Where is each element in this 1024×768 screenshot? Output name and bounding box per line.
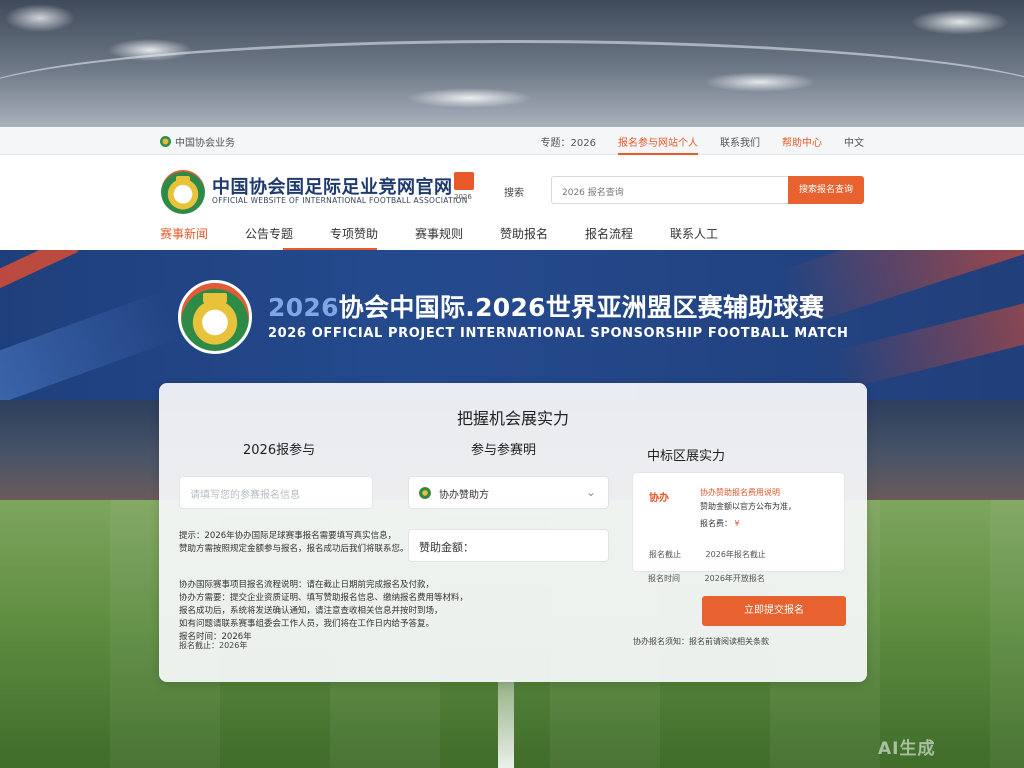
card-line: 赞助金额以官方公布为准， (700, 502, 796, 511)
top-link-language[interactable]: 中文 (844, 134, 864, 155)
nav-item-news[interactable]: 赛事新闻 (160, 225, 245, 242)
time-value: 2026年开放报名 (704, 574, 765, 583)
notice-text: 提示：2026年协办国际足球赛事报名需要填写真实信息， 赞助方需按照规定金额参与… (179, 530, 599, 556)
association-emblem-icon[interactable] (161, 170, 205, 214)
stadium-roof (0, 40, 1024, 100)
top-link-register[interactable]: 报名参与网站个人 (618, 134, 698, 155)
card-tag: 协办 (649, 493, 669, 504)
hero-title: 2026协会中国际.2026世界亚洲盟区赛辅助球赛 (268, 288, 824, 324)
process-description: 协办国际赛事项目报名流程说明：请在截止日期前完成报名及付款， 协办方需要：提交企… (179, 579, 599, 644)
nav-item-process[interactable]: 报名流程 (585, 225, 670, 242)
top-utility-bar: 中国协会业务 专题：2026 报名参与网站个人 联系我们 帮助中心 中文 (0, 127, 1024, 155)
ai-watermark: AI生成 (878, 739, 936, 759)
top-link-topic[interactable]: 专题：2026 (541, 134, 596, 155)
nav-item-announcements[interactable]: 公告专题 (245, 225, 330, 242)
pitch-center-line (498, 680, 514, 768)
emblem-icon (419, 487, 431, 499)
panel-title: 把握机会展实力 (456, 409, 569, 428)
chevron-down-icon: ⌄ (585, 485, 596, 499)
column-heading-showcase: 中标区展实力 (647, 449, 726, 464)
registration-time: 报名时间 2026年开放报名 (648, 573, 765, 584)
banner-stripe (0, 290, 182, 400)
registration-panel: 把握机会展实力 2026报参与 参与参赛明 中标区展实力 请填写您的参赛报名信息… (159, 383, 867, 682)
hero-subtitle: 2026 OFFICIAL PROJECT INTERNATIONAL SPON… (268, 326, 849, 341)
card-fee: 报名费： ¥ (700, 518, 740, 529)
hero-title-text: 协会中国际.2026世界亚洲盟区赛辅助球赛 (338, 293, 825, 322)
hero-emblem-icon (178, 280, 252, 354)
top-link-contact[interactable]: 联系我们 (720, 134, 760, 155)
site-logo-icon (160, 136, 171, 147)
nav-item-rules[interactable]: 赛事规则 (415, 225, 500, 242)
name-input[interactable]: 请填写您的参赛报名信息 (179, 476, 373, 509)
site-header: 中国协会国足际足业竞网官网 OFFICIAL WEBSITE OF INTERN… (0, 155, 1024, 250)
nav-item-sponsorship[interactable]: 专项赞助 (330, 225, 415, 242)
registration-note: 协办报名须知：报名前请阅读相关条款 (633, 637, 769, 646)
site-badge[interactable]: 中国协会业务 (160, 134, 235, 149)
stadium-background (0, 0, 1024, 128)
description-line: 报名成功后，系统将发送确认通知，请注意查收相关信息并按时到场， (179, 606, 443, 616)
hero-banner: 2026协会中国际.2026世界亚洲盟区赛辅助球赛 2026 OFFICIAL … (0, 250, 1024, 400)
sponsor-type-value: 协办赞助方 (439, 490, 489, 501)
column-heading-register: 2026报参与 (243, 443, 316, 458)
sponsor-info-card: 协办 协办赞助报名费用说明 赞助金额以官方公布为准， 报名费： ¥ 报名截止 2… (632, 472, 845, 572)
time-label: 报名时间 (648, 574, 680, 583)
top-link-help[interactable]: 帮助中心 (782, 134, 822, 155)
description-line: 如有问题请联系赛事组委会工作人员，我们将在工作日内给予答复。 (179, 619, 435, 629)
card-line: 协办赞助报名费用说明 (700, 488, 780, 497)
nav-item-sponsor-register[interactable]: 赞助报名 (500, 225, 585, 242)
deadline-label: 报名截止 (649, 550, 681, 559)
card-deadline: 报名截止 2026年报名截止 (649, 549, 766, 560)
description-line: 协办方需要：提交企业资质证明、填写赞助报名信息、缴纳报名费用等材料， (179, 593, 469, 603)
nav-item-contact[interactable]: 联系人工 (670, 225, 755, 242)
sponsor-type-select[interactable]: 协办赞助方 ⌄ (408, 476, 609, 509)
search-input[interactable]: 2026 报名查询 (551, 176, 789, 204)
fee-label: 报名费： (700, 519, 732, 528)
search-label: 搜索 (504, 188, 524, 199)
notice-line: 赞助方需按照规定金额参与报名，报名成功后我们将联系您。 (179, 544, 409, 554)
description-line: 协办国际赛事项目报名流程说明：请在截止日期前完成报名及付款， (179, 580, 435, 590)
fee-price: ¥ (734, 519, 740, 528)
column-heading-details: 参与参赛明 (471, 443, 537, 458)
hero-title-accent: 2026 (268, 293, 339, 322)
event-badge-label: 2026 (454, 193, 472, 201)
search-button[interactable]: 搜索报名查询 (788, 176, 864, 204)
deadline-note: 报名截止：2026年 (179, 641, 248, 650)
top-links: 专题：2026 报名参与网站个人 联系我们 帮助中心 中文 (541, 134, 864, 155)
banner-stripe (0, 250, 79, 303)
main-nav: 赛事新闻 公告专题 专项赞助 赛事规则 赞助报名 报名流程 联系人工 (160, 225, 755, 242)
site-badge-label: 中国协会业务 (175, 138, 235, 149)
submit-button[interactable]: 立即提交报名 (702, 596, 846, 626)
notice-line: 提示：2026年协办国际足球赛事报名需要填写真实信息， (179, 531, 397, 541)
deadline-value: 2026年报名截止 (705, 550, 766, 559)
site-subtitle: OFFICIAL WEBSITE OF INTERNATIONAL FOOTBA… (212, 196, 468, 205)
event-badge-icon (454, 172, 474, 190)
